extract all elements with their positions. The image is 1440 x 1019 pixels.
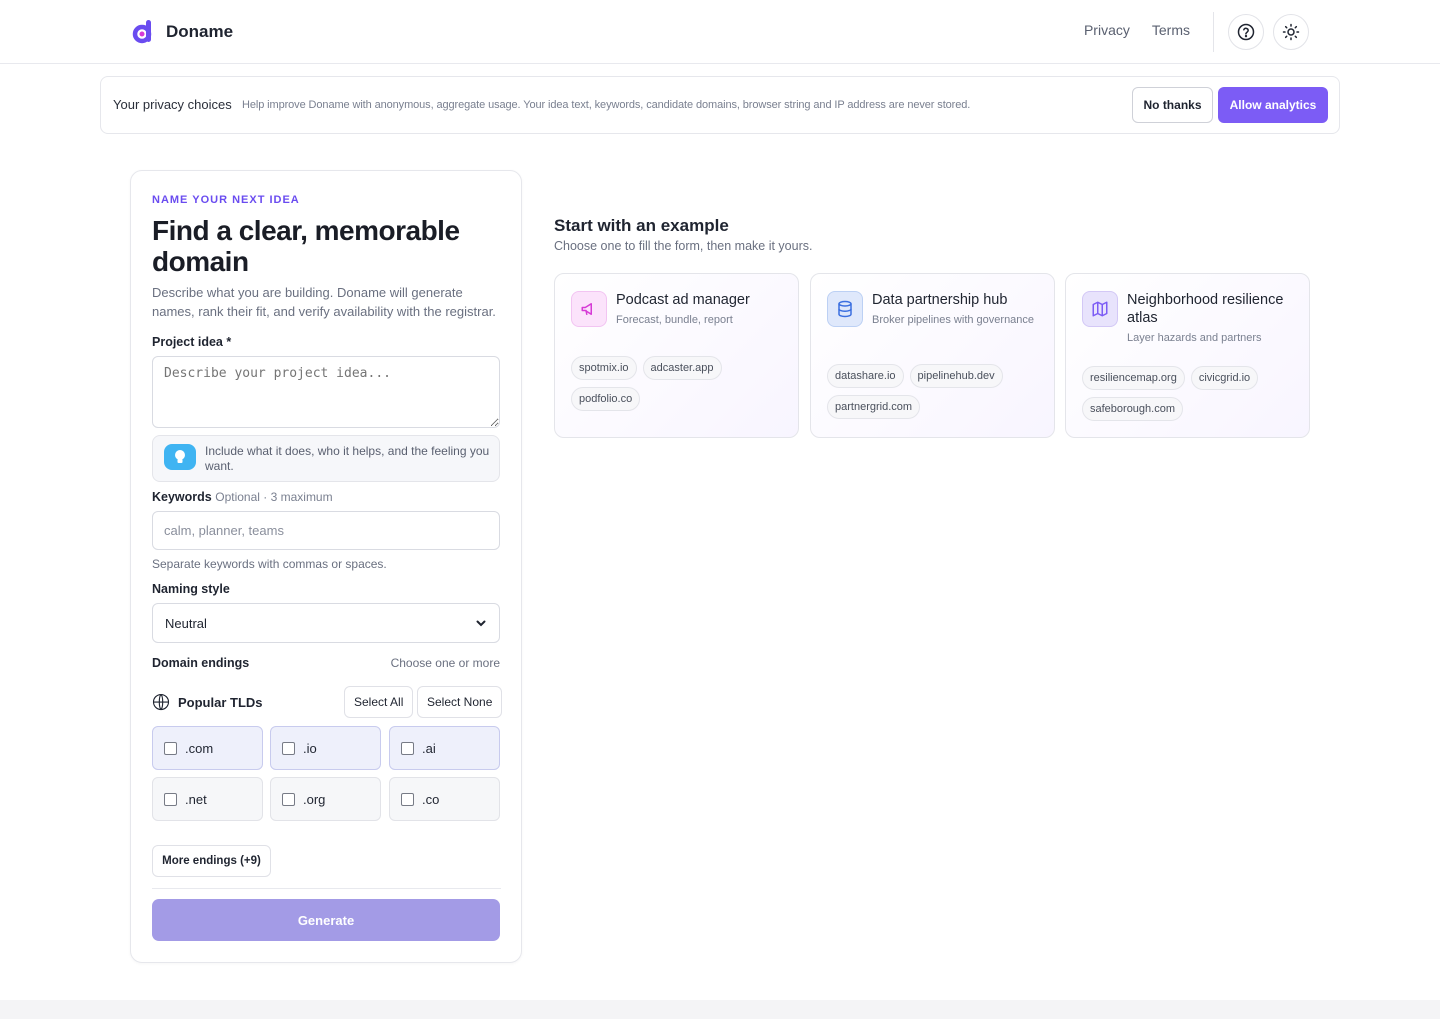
sun-icon xyxy=(1282,23,1300,41)
tld-label: .com xyxy=(185,740,214,756)
keywords-help-text: Separate keywords with commas or spaces. xyxy=(152,557,387,571)
map-icon xyxy=(1082,291,1118,327)
nav-privacy-link[interactable]: Privacy xyxy=(1084,22,1130,38)
tld-checkbox[interactable] xyxy=(282,792,295,806)
tld-option-io[interactable]: .io xyxy=(270,726,381,770)
example-chip: partnergrid.com xyxy=(827,395,921,419)
example-chip: civicgrid.io xyxy=(1190,366,1259,390)
generate-button[interactable]: Generate xyxy=(152,899,500,941)
examples-title: Start with an example xyxy=(554,216,729,235)
example-card-desc: Broker pipelines with governance xyxy=(872,314,1035,326)
examples-subtitle: Choose one to fill the form, then make i… xyxy=(554,239,813,253)
select-none-button[interactable]: Select None xyxy=(417,686,503,718)
keywords-optional-hint: Optional · 3 maximum xyxy=(215,490,333,504)
example-card-title: Data partnership hub xyxy=(872,292,1008,308)
example-card-title: Podcast ad manager xyxy=(616,292,750,308)
privacy-banner: Your privacy choices Help improve Doname… xyxy=(100,76,1340,134)
more-endings-button[interactable]: More endings (+9) xyxy=(152,845,271,877)
example-chip: podfolio.co xyxy=(571,387,641,411)
naming-style-value: Neutral xyxy=(165,615,207,631)
project-idea-label: Project idea * xyxy=(152,335,232,349)
lightbulb-icon xyxy=(164,444,196,470)
header-nav: Privacy Terms xyxy=(1084,22,1190,38)
form-divider xyxy=(152,888,501,889)
theme-toggle-button[interactable] xyxy=(1273,14,1309,50)
tld-option-org[interactable]: .org xyxy=(270,777,381,821)
brand-name: Doname xyxy=(166,22,234,41)
tld-checkbox[interactable] xyxy=(401,741,414,755)
example-chip-list: spotmix.io adcaster.app podfolio.co xyxy=(571,356,791,411)
keywords-input[interactable] xyxy=(152,511,500,550)
help-button[interactable] xyxy=(1228,14,1264,50)
chevron-down-icon xyxy=(476,620,486,627)
example-chip: pipelinehub.dev xyxy=(909,364,1003,388)
example-card-data-hub[interactable]: Data partnership hub Broker pipelines wi… xyxy=(810,273,1055,438)
keywords-label: Keywords Optional · 3 maximum xyxy=(152,490,333,504)
tld-label: .org xyxy=(303,791,326,807)
tld-option-net[interactable]: .net xyxy=(152,777,263,821)
tld-label: .ai xyxy=(422,740,436,756)
footer-strip xyxy=(0,1000,1440,1019)
naming-style-label: Naming style xyxy=(152,582,230,596)
example-chip: spotmix.io xyxy=(571,356,637,380)
privacy-title: Your privacy choices xyxy=(113,97,232,112)
database-icon xyxy=(827,291,863,327)
popular-tlds-label: Popular TLDs xyxy=(178,694,263,710)
no-thanks-button[interactable]: No thanks xyxy=(1132,87,1213,123)
naming-style-select[interactable]: Neutral xyxy=(152,603,500,643)
form-eyebrow: NAME YOUR NEXT IDEA xyxy=(152,194,300,206)
megaphone-icon xyxy=(571,291,607,327)
example-chip: resiliencemap.org xyxy=(1082,366,1185,390)
tld-option-co[interactable]: .co xyxy=(389,777,500,821)
example-card-desc: Forecast, bundle, report xyxy=(616,314,733,326)
tld-label: .co xyxy=(422,791,440,807)
example-chip-list: resiliencemap.org civicgrid.io safeborou… xyxy=(1082,366,1302,421)
tld-checkbox[interactable] xyxy=(164,741,177,755)
logo-mark-icon xyxy=(132,20,152,44)
example-card-podcast[interactable]: Podcast ad manager Forecast, bundle, rep… xyxy=(554,273,799,438)
project-idea-input[interactable] xyxy=(152,356,500,428)
example-card-desc: Layer hazards and partners xyxy=(1127,332,1262,344)
example-chip: safeborough.com xyxy=(1082,397,1183,421)
example-chip-list: datashare.io pipelinehub.dev partnergrid… xyxy=(827,364,1047,419)
popular-tlds-header: Popular TLDs xyxy=(152,693,263,711)
idea-tip: Include what it does, who it helps, and … xyxy=(152,435,500,482)
brand-logo[interactable]: Doname xyxy=(132,19,233,45)
keywords-label-text: Keywords xyxy=(152,490,212,504)
domain-form-card: NAME YOUR NEXT IDEA Find a clear, memora… xyxy=(130,170,522,963)
select-all-button[interactable]: Select All xyxy=(344,686,414,718)
top-header: Doname Privacy Terms xyxy=(0,0,1440,64)
page-title: Find a clear, memorable domain xyxy=(152,215,460,277)
allow-analytics-button[interactable]: Allow analytics xyxy=(1218,87,1328,123)
nav-terms-link[interactable]: Terms xyxy=(1152,22,1190,38)
privacy-text: Help improve Doname with anonymous, aggr… xyxy=(242,99,971,111)
example-card-title: Neighborhood resilience atlas xyxy=(1127,292,1284,326)
tip-text: Include what it does, who it helps, and … xyxy=(205,444,490,473)
domain-endings-label: Domain endings xyxy=(152,656,250,670)
tld-option-com[interactable]: .com xyxy=(152,726,263,770)
globe-icon xyxy=(152,693,170,711)
example-chip: adcaster.app xyxy=(642,356,722,380)
tld-option-ai[interactable]: .ai xyxy=(389,726,500,770)
tld-checkbox[interactable] xyxy=(164,792,177,806)
tld-label: .io xyxy=(303,740,317,756)
header-divider xyxy=(1213,12,1214,52)
example-chip: datashare.io xyxy=(827,364,904,388)
tld-checkbox[interactable] xyxy=(282,741,295,755)
domain-endings-hint: Choose one or more xyxy=(390,656,500,670)
tld-checkbox[interactable] xyxy=(401,792,414,806)
help-circle-icon xyxy=(1237,23,1255,41)
tld-label: .net xyxy=(185,791,207,807)
example-card-resilience-atlas[interactable]: Neighborhood resilience atlas Layer haza… xyxy=(1065,273,1310,438)
form-description: Describe what you are building. Doname w… xyxy=(152,285,496,319)
